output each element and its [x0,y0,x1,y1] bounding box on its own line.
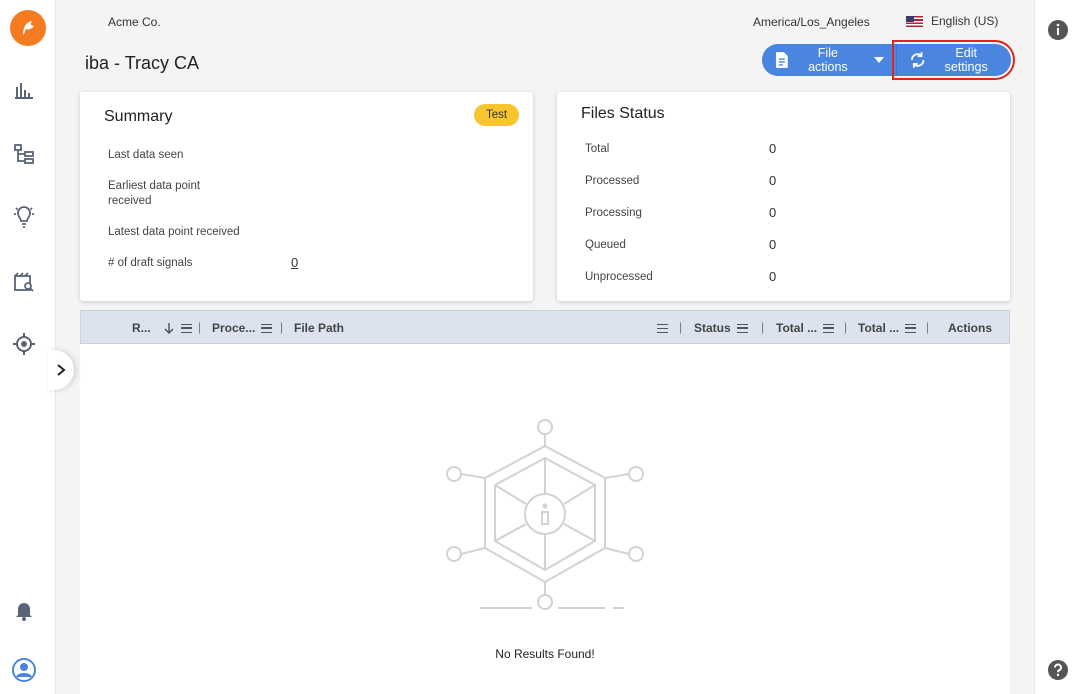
column-header: Actions [948,321,992,335]
files-status-card: Files Status Total 0 Processed 0 Process… [557,92,1010,301]
app-logo[interactable] [10,10,46,46]
column-label: Total ... [858,321,900,335]
timezone-selector[interactable]: America/Los_Angeles [753,15,870,29]
files-table-header: R... | Proce... | File Path | Status | T… [80,310,1010,344]
chevron-right-icon [57,364,66,376]
files-status-label: Unprocessed [585,271,653,283]
company-name: Acme Co. [108,15,161,29]
user-account-icon[interactable] [12,658,36,682]
column-label: Total ... [776,321,818,335]
info-icon[interactable] [1047,19,1069,41]
column-divider: | [761,320,765,334]
lightbulb-icon[interactable] [12,205,36,229]
files-status-title: Files Status [581,105,665,122]
empty-state-message: No Results Found! [495,647,595,661]
column-menu-icon[interactable] [905,323,917,333]
action-button-group: File actions Edit settings [762,40,1015,80]
column-menu-icon[interactable] [657,324,668,333]
media-search-icon[interactable] [12,270,36,294]
empty-state-hexagon-icon [446,419,644,610]
sort-descending-icon[interactable] [163,322,175,334]
logo-bird-icon [23,21,34,35]
column-menu-icon[interactable] [736,323,748,333]
sync-icon [911,52,925,68]
target-icon[interactable] [12,332,36,356]
column-header[interactable]: R... [132,321,192,335]
files-status-value: 0 [769,141,777,156]
hierarchy-icon[interactable] [12,142,36,166]
files-status-label: Queued [585,239,626,251]
column-menu-icon[interactable] [261,323,273,333]
summary-row-label: Latest data point received [108,226,240,238]
summary-row-label: Earliest data point received [108,180,201,207]
files-status-value: 0 [769,173,777,188]
column-divider: | [679,320,683,334]
status-badge: Test [474,104,520,126]
column-header[interactable]: Total ... [858,321,917,335]
column-divider: | [926,320,930,334]
column-header[interactable]: Total ... [776,321,835,335]
files-table-body: No Results Found! [80,344,1010,694]
language-label: English (US) [931,14,999,28]
draft-signals-link[interactable]: 0 [291,255,298,270]
column-menu-icon[interactable] [823,323,835,333]
expand-sidebar-button[interactable] [48,350,74,390]
left-sidebar [0,0,56,694]
files-status-value: 0 [769,237,777,252]
analytics-icon[interactable] [12,78,36,102]
column-label: Proce... [212,321,256,335]
files-status-label: Total [585,143,610,155]
document-icon [775,52,788,68]
column-header[interactable]: Proce... [212,321,273,335]
column-label: File Path [294,321,345,335]
column-label: Status [694,321,731,335]
us-flag-icon [906,15,923,27]
file-actions-label: File actions [808,46,848,74]
help-icon[interactable] [1047,659,1069,681]
right-rail [1034,0,1082,694]
column-label: Actions [948,321,993,335]
language-selector[interactable]: English (US) [906,14,998,28]
column-header[interactable]: File Path [294,321,344,335]
summary-row-label: # of draft signals [108,257,193,269]
edit-settings-button[interactable]: Edit settings [892,40,1015,80]
edit-settings-label: Edit settings [944,46,988,74]
summary-title: Summary [104,108,173,125]
files-status-label: Processing [585,207,642,219]
column-menu-icon[interactable] [180,323,192,333]
column-divider: | [198,320,202,334]
column-header[interactable]: Status [694,321,748,335]
column-divider: | [844,320,848,334]
notifications-bell-icon[interactable] [12,598,36,622]
column-divider: | [280,320,284,334]
files-status-value: 0 [769,205,777,220]
files-status-label: Processed [585,175,640,187]
column-label: R... [132,321,151,335]
caret-down-icon [874,57,884,63]
summary-card: Summary Test Last data seen Earliest dat… [80,92,533,301]
page-title: iba - Tracy CA [85,53,200,73]
file-actions-button[interactable]: File actions [762,44,896,76]
summary-row-label: Last data seen [108,149,184,161]
files-status-value: 0 [769,269,777,284]
